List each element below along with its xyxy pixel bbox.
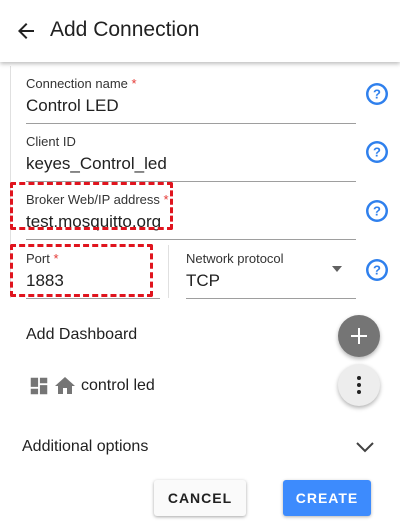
app-bar: Add Connection bbox=[0, 0, 400, 62]
more-dot bbox=[357, 376, 361, 380]
dashboard-item[interactable]: control led bbox=[28, 374, 155, 398]
add-dashboard-label: Add Dashboard bbox=[26, 326, 138, 343]
more-dot bbox=[357, 383, 361, 387]
chevron-down-icon[interactable] bbox=[355, 440, 375, 454]
network-protocol-value[interactable]: TCP bbox=[186, 271, 220, 291]
home-icon bbox=[55, 377, 75, 394]
back-arrow-icon[interactable] bbox=[14, 19, 38, 43]
help-icon[interactable]: ? bbox=[365, 140, 389, 164]
help-icon[interactable]: ? bbox=[365, 82, 389, 106]
connection-name-label: Connection name * bbox=[26, 76, 137, 91]
more-options-button[interactable] bbox=[338, 364, 380, 406]
form-divider bbox=[168, 245, 169, 298]
svg-text:?: ? bbox=[373, 204, 381, 219]
page-title: Add Connection bbox=[50, 18, 200, 41]
add-dashboard-button[interactable] bbox=[338, 315, 380, 357]
svg-text:?: ? bbox=[373, 87, 381, 102]
client-id-value[interactable]: keyes_Control_led bbox=[26, 154, 167, 174]
dashboard-icon bbox=[30, 377, 48, 395]
svg-text:?: ? bbox=[373, 263, 381, 278]
highlight-box-broker bbox=[10, 182, 173, 230]
additional-options-toggle[interactable]: Additional options bbox=[22, 438, 148, 456]
dropdown-caret-icon[interactable] bbox=[332, 266, 342, 272]
connection-name-value[interactable]: Control LED bbox=[26, 96, 119, 116]
connection-name-field[interactable]: Connection name * Control LED bbox=[26, 76, 356, 124]
client-id-field[interactable]: Client ID keyes_Control_led bbox=[26, 134, 356, 182]
highlight-box-port bbox=[10, 244, 153, 297]
create-button[interactable]: CREATE bbox=[283, 480, 371, 516]
cancel-button[interactable]: CANCEL bbox=[154, 480, 246, 516]
client-id-label: Client ID bbox=[26, 134, 76, 149]
dashboard-item-label: control led bbox=[81, 377, 155, 394]
help-icon[interactable]: ? bbox=[365, 258, 389, 282]
svg-text:?: ? bbox=[373, 145, 381, 160]
more-dot bbox=[357, 390, 361, 394]
help-icon[interactable]: ? bbox=[365, 199, 389, 223]
network-protocol-label: Network protocol bbox=[186, 251, 284, 266]
network-protocol-select[interactable]: Network protocol TCP bbox=[186, 251, 356, 299]
